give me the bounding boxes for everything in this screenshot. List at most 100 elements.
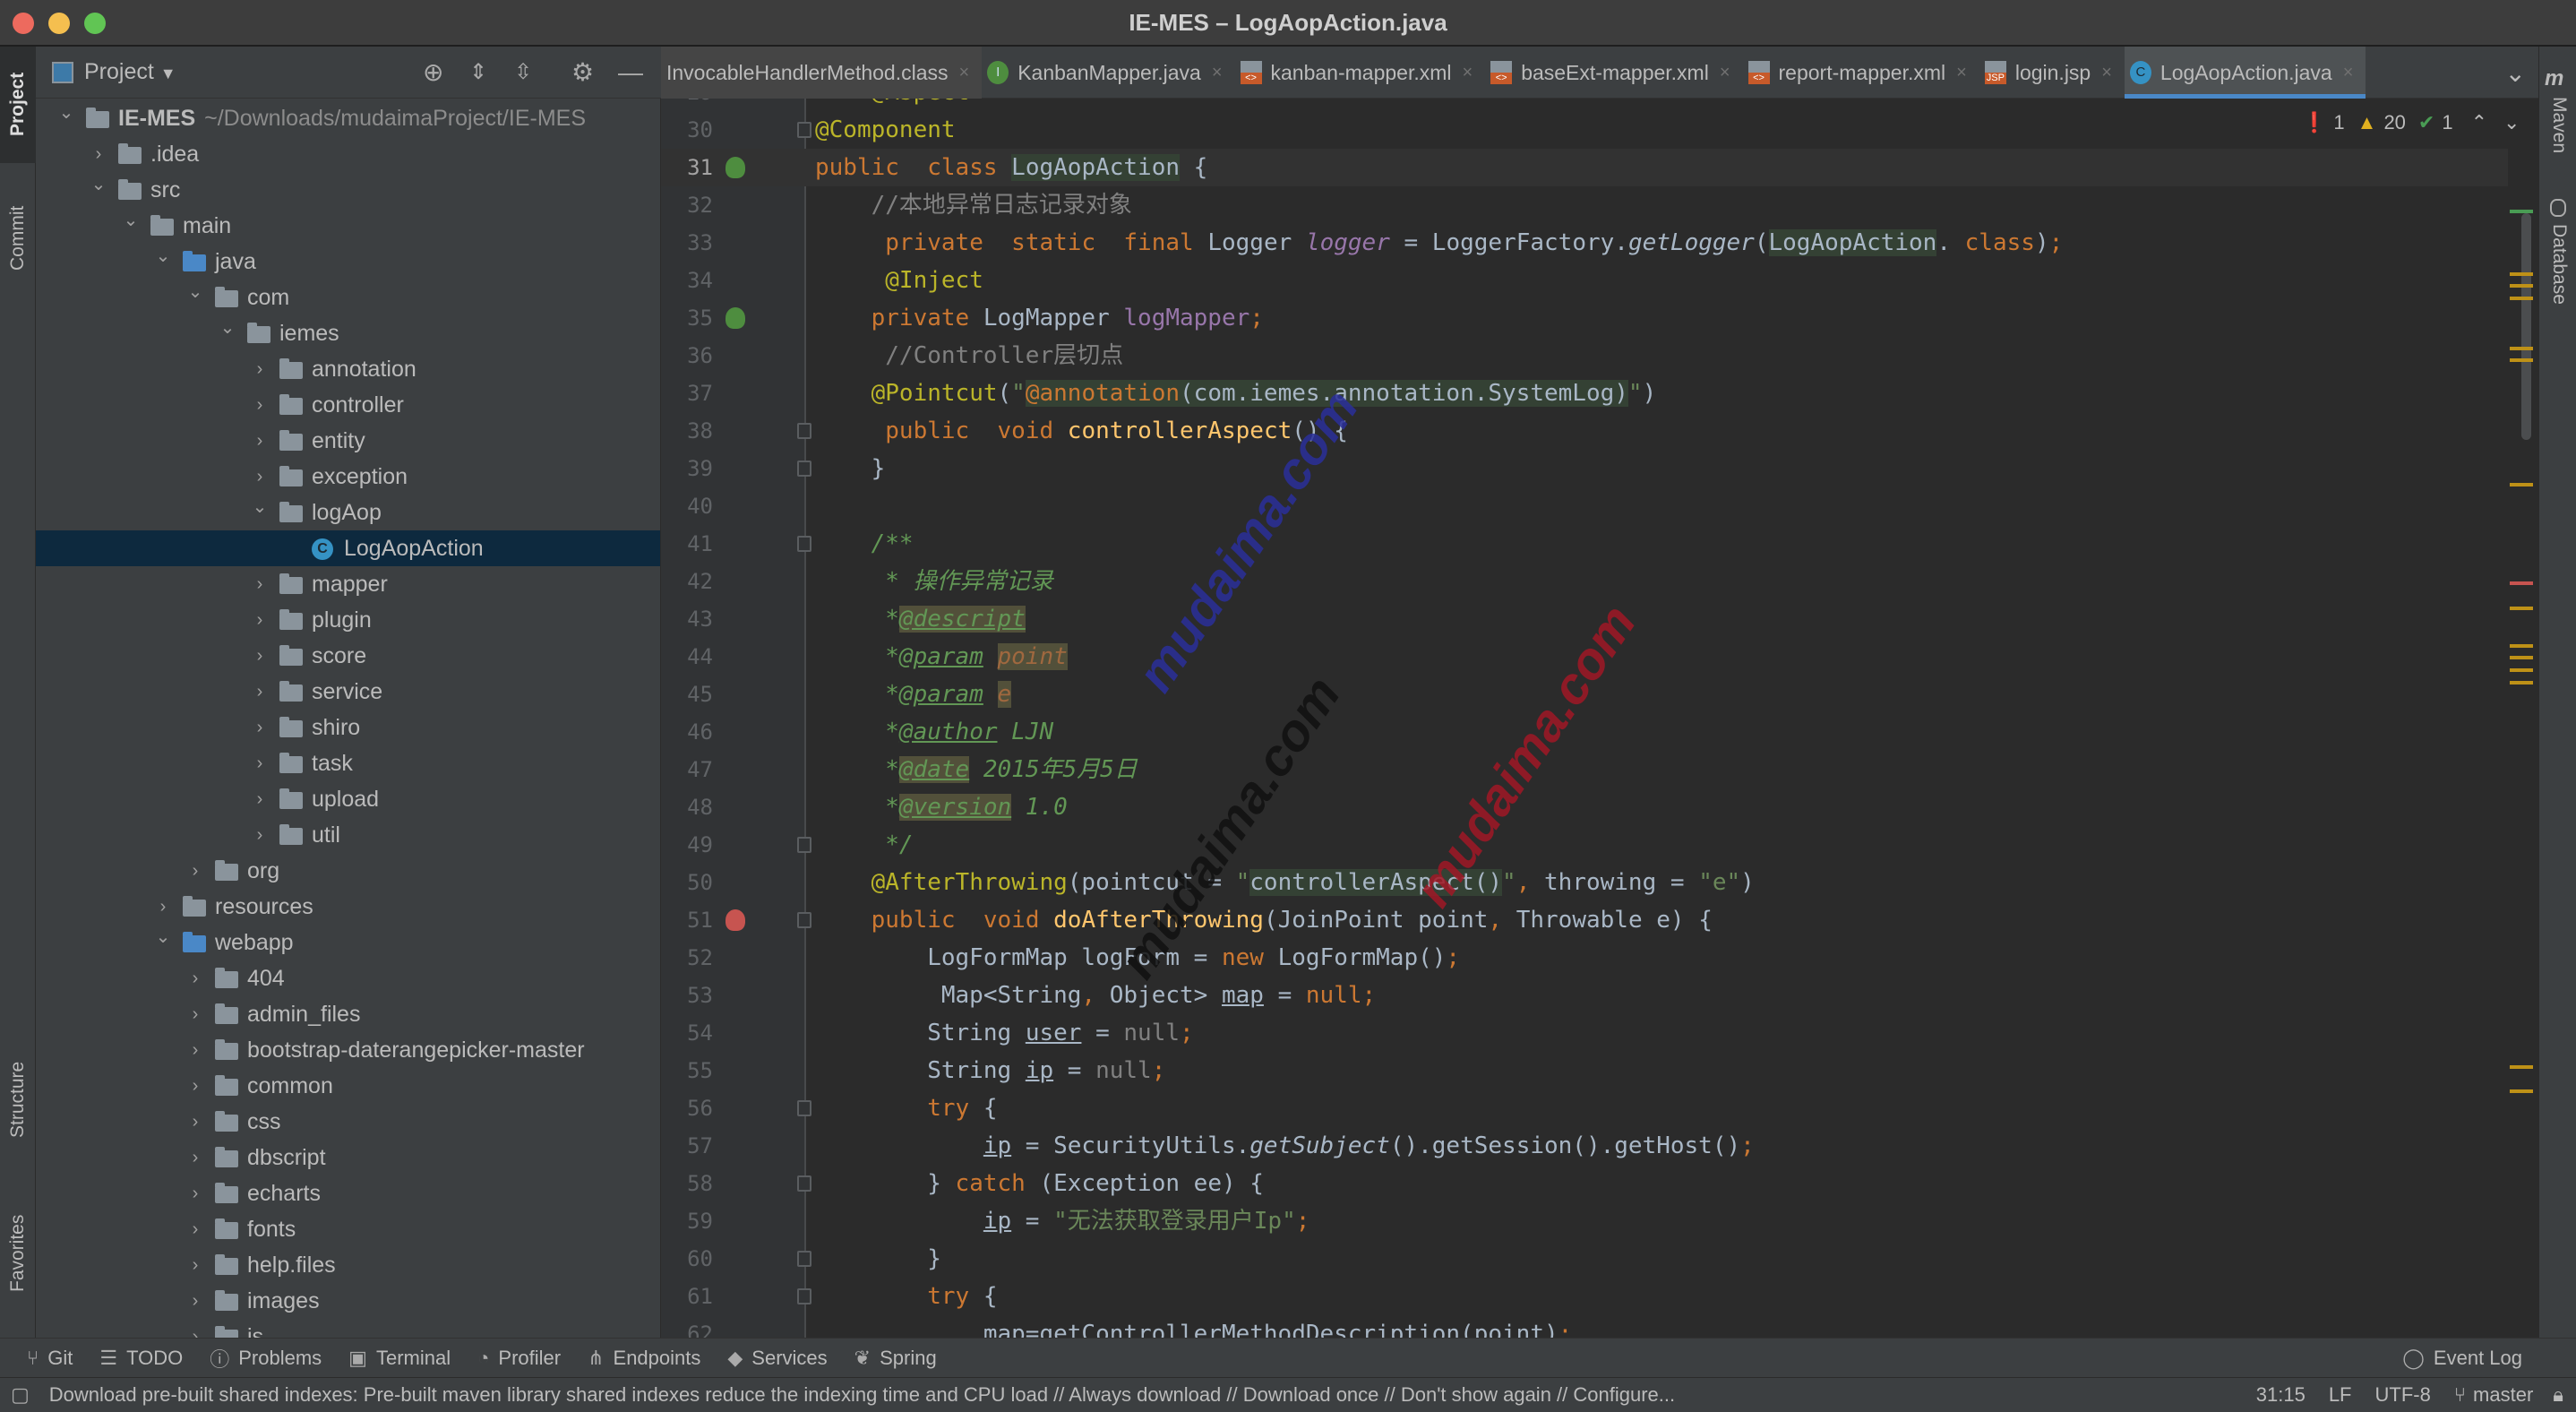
tree-item-annotation[interactable]: › annotation [36, 351, 660, 387]
chevron-right-icon[interactable]: › [251, 817, 269, 853]
tool-tab-database[interactable]: Database [2548, 224, 2570, 305]
chevron-down-icon[interactable]: ⌄ [154, 919, 172, 955]
error-stripe-mark[interactable] [2510, 1064, 2533, 1069]
inspection-widget[interactable]: ❗ 1 ▲ 20 ✔ 1 ⌃ ⌄ [2302, 108, 2520, 138]
code-editor[interactable]: 29 @Aspect 30 @Component 31 public class Log… [661, 99, 2508, 1338]
notification-icon[interactable]: ▢ [11, 1383, 30, 1407]
status-message[interactable]: Download pre-built shared indexes: Pre-b… [49, 1383, 1675, 1407]
error-stripe-mark[interactable] [2510, 1089, 2533, 1094]
tree-item-admin-files[interactable]: › admin_files [36, 996, 660, 1032]
error-stripe-mark[interactable] [2510, 284, 2533, 288]
tab-login-jsp[interactable]: JSP login.jsp × [1979, 47, 2125, 99]
chevron-right-icon[interactable]: › [251, 745, 269, 781]
chevron-right-icon[interactable]: › [186, 1319, 204, 1338]
chevron-right-icon[interactable]: › [186, 1140, 204, 1175]
chevron-right-icon[interactable]: › [186, 996, 204, 1032]
fold-marker-icon[interactable] [797, 536, 811, 552]
error-stripe-mark[interactable] [2510, 210, 2533, 214]
minimize-panel-icon[interactable]: — [618, 59, 643, 86]
tree-item-404[interactable]: › 404 [36, 960, 660, 996]
tab-kanbanmapper-java[interactable]: I KanbanMapper.java × [982, 47, 1234, 99]
chevron-right-icon[interactable]: › [251, 566, 269, 602]
chevron-right-icon[interactable]: › [251, 710, 269, 745]
file-encoding[interactable]: UTF-8 [2375, 1383, 2431, 1407]
error-stripe-mark[interactable] [2510, 656, 2533, 660]
tree-item--idea[interactable]: › .idea [36, 136, 660, 172]
tool-services[interactable]: ◆ Services [727, 1347, 827, 1370]
tree-item-org[interactable]: › org [36, 853, 660, 889]
tab-report-mapper-xml[interactable]: <> report-mapper.xml × [1743, 47, 1979, 99]
project-view-selector[interactable]: Project ▼ [84, 59, 176, 85]
tool-tab-commit[interactable]: Commit [7, 206, 29, 271]
tree-item-ie-mes[interactable]: ⌄ IE-MES ~/Downloads/mudaimaProject/IE-MES [36, 99, 660, 136]
chevron-down-icon[interactable]: ⌄ [251, 489, 269, 525]
fold-marker-icon[interactable] [797, 1175, 811, 1192]
previous-highlight-icon[interactable]: ⌃ [2471, 111, 2487, 134]
chevron-right-icon[interactable]: › [251, 602, 269, 638]
tree-item-logaopaction[interactable]: C LogAopAction [36, 530, 660, 566]
gear-icon[interactable]: ⚙ [571, 59, 594, 86]
chevron-right-icon[interactable]: › [251, 781, 269, 817]
injection-icon[interactable] [726, 307, 745, 329]
tree-item-mapper[interactable]: › mapper [36, 566, 660, 602]
tree-item-service[interactable]: › service [36, 674, 660, 710]
tool-tab-project[interactable]: Project [7, 73, 29, 136]
next-highlight-icon[interactable]: ⌄ [2503, 111, 2520, 134]
chevron-right-icon[interactable]: › [186, 1283, 204, 1319]
tree-item-entity[interactable]: › entity [36, 423, 660, 459]
error-stripe-mark[interactable] [2510, 607, 2533, 611]
chevron-right-icon[interactable]: › [251, 387, 269, 423]
line-separator[interactable]: LF [2329, 1383, 2352, 1407]
tool-git[interactable]: ⑂ Git [27, 1347, 73, 1370]
chevron-right-icon[interactable]: › [251, 638, 269, 674]
error-stripe-mark[interactable] [2510, 482, 2533, 486]
tree-item-task[interactable]: › task [36, 745, 660, 781]
tree-item-java[interactable]: ⌄ java [36, 244, 660, 280]
tree-item-js[interactable]: › js [36, 1319, 660, 1338]
chevron-right-icon[interactable]: › [251, 674, 269, 710]
chevron-right-icon[interactable]: › [186, 960, 204, 996]
chevron-right-icon[interactable]: › [186, 1211, 204, 1247]
locate-icon[interactable]: ⊕ [423, 59, 443, 86]
tree-item-help-files[interactable]: › help.files [36, 1247, 660, 1283]
tree-item-upload[interactable]: › upload [36, 781, 660, 817]
close-tab-icon[interactable]: × [959, 63, 970, 83]
tree-item-plugin[interactable]: › plugin [36, 602, 660, 638]
tool-tab-maven[interactable]: Maven [2548, 97, 2570, 153]
tree-item-fonts[interactable]: › fonts [36, 1211, 660, 1247]
close-tab-icon[interactable]: × [1956, 63, 1967, 83]
tree-item-webapp[interactable]: ⌄ webapp [36, 925, 660, 960]
tab-invocablehandlermethod-class[interactable]: InvocableHandlerMethod.class × [661, 47, 983, 99]
chevron-right-icon[interactable]: › [186, 1247, 204, 1283]
tool-problems[interactable]: ⓘ Problems [210, 1344, 322, 1373]
fold-marker-icon[interactable] [797, 461, 811, 477]
error-stripe-mark[interactable] [2510, 668, 2533, 673]
tree-item-common[interactable]: › common [36, 1068, 660, 1104]
tree-item-css[interactable]: › css [36, 1104, 660, 1140]
tab-baseext-mapper-xml[interactable]: <> baseExt-mapper.xml × [1485, 47, 1742, 99]
fold-marker-icon[interactable] [797, 122, 811, 138]
close-tab-icon[interactable]: × [2101, 63, 2112, 83]
error-stripe-mark[interactable] [2510, 358, 2533, 363]
tree-item-images[interactable]: › images [36, 1283, 660, 1319]
tree-item-score[interactable]: › score [36, 638, 660, 674]
chevron-down-icon[interactable]: ⌄ [57, 99, 75, 131]
chevron-down-icon[interactable]: ⌄ [122, 202, 140, 238]
tool-profiler[interactable]: ◔ Profiler [477, 1347, 561, 1370]
fold-marker-icon[interactable] [797, 912, 811, 928]
tree-item-logaop[interactable]: ⌄ logAop [36, 495, 660, 530]
chevron-right-icon[interactable]: › [251, 423, 269, 459]
error-stripe-mark[interactable] [2510, 681, 2533, 684]
tree-item-shiro[interactable]: › shiro [36, 710, 660, 745]
caret-position[interactable]: 31:15 [2256, 1383, 2306, 1407]
chevron-down-icon[interactable]: ⌄ [186, 274, 204, 310]
tab-list-chevron-icon[interactable]: ⌄ [2500, 47, 2538, 99]
tree-item-com[interactable]: ⌄ com [36, 280, 660, 315]
chevron-right-icon[interactable]: › [186, 1104, 204, 1140]
tree-item-dbscript[interactable]: › dbscript [36, 1140, 660, 1175]
tree-item-main[interactable]: ⌄ main [36, 208, 660, 244]
tool-spring[interactable]: ❦ Spring [854, 1347, 937, 1370]
error-stripe-mark[interactable] [2510, 643, 2533, 648]
error-stripe-mark[interactable] [2510, 581, 2533, 586]
close-tab-icon[interactable]: × [2343, 63, 2354, 83]
